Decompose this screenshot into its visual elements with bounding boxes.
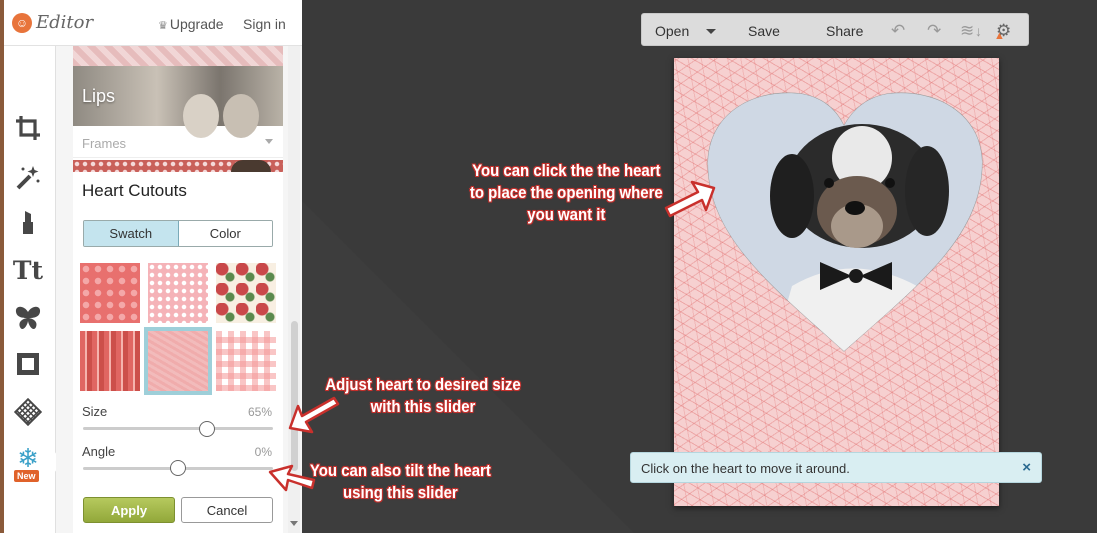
banner-thumbnail [231, 160, 271, 172]
cancel-button[interactable]: Cancel [181, 497, 273, 523]
scroll-down-icon[interactable] [290, 521, 298, 526]
frames-dropdown[interactable]: Frames [73, 128, 283, 158]
open-button[interactable]: Open [655, 23, 689, 39]
arrow-down-icon: ↓ [975, 23, 982, 39]
logo-text: Editor [36, 12, 94, 33]
angle-value: 0% [254, 445, 272, 459]
crop-icon[interactable] [12, 112, 44, 144]
frames-label: Frames [82, 136, 127, 151]
annotation-arrow-size [288, 396, 340, 434]
editor-toolbar: Open Save Share ↶ ↷ ≋ ↓ ⚙ ▲ [641, 13, 1029, 46]
magic-wand-icon[interactable] [12, 162, 44, 194]
size-label: Size [82, 404, 108, 419]
app-root: { "app": { "logo_text": "Editor", "upgra… [0, 0, 1097, 533]
chevron-down-icon [265, 139, 273, 144]
upgrade-label: Upgrade [169, 16, 224, 32]
signin-link[interactable]: Sign in [243, 16, 286, 32]
text-icon[interactable]: Tt [12, 254, 44, 286]
apply-button[interactable]: Apply [83, 497, 175, 523]
panel-scrollbar[interactable] [288, 46, 300, 533]
swatch-red-hearts[interactable] [80, 263, 140, 323]
size-slider-handle[interactable] [198, 421, 215, 437]
hint-notice: Click on the heart to move it around. × [630, 452, 1042, 483]
app-logo[interactable]: ☺ Editor [12, 12, 93, 33]
swatch-pink-dots[interactable] [148, 263, 208, 323]
annotation-arrow-angle [268, 464, 316, 492]
new-badge: New [14, 470, 39, 482]
dog-photo [707, 93, 983, 351]
preset-tile-partial[interactable] [73, 46, 283, 66]
angle-slider-handle[interactable] [170, 460, 186, 476]
swatch-pink-gingham[interactable] [216, 331, 276, 391]
save-button[interactable]: Save [748, 23, 780, 39]
texture-icon[interactable] [12, 396, 44, 428]
swatch-pink-crosshatch[interactable] [144, 327, 212, 395]
open-dropdown-icon[interactable] [706, 29, 716, 34]
redo-icon[interactable]: ↷ [927, 21, 941, 41]
crown-icon: ♛ [158, 20, 168, 32]
butterfly-icon[interactable] [12, 302, 44, 334]
annotation-heart: You can click the the heart to place the… [469, 161, 663, 224]
swatch-color-toggle: Swatch Color [83, 220, 273, 247]
annotation-angle: You can also tilt the heart using this s… [309, 461, 491, 502]
effects-panel: Lips Frames Heart Cutouts Swatch Color S… [56, 46, 302, 533]
notice-text: Click on the heart to move it around. [641, 461, 850, 476]
layers-icon[interactable]: ≋ [960, 21, 974, 41]
close-icon[interactable]: × [1022, 459, 1031, 476]
size-value: 65% [247, 405, 272, 419]
share-button[interactable]: Share [826, 23, 863, 39]
tool-rail: Tt ❄ New [4, 46, 62, 533]
lips-label: Lips [82, 86, 116, 106]
annotation-arrow-heart [664, 180, 716, 218]
tab-color[interactable]: Color [178, 221, 272, 246]
swatch-red-stripes[interactable] [80, 331, 140, 391]
section-title: Heart Cutouts [82, 181, 187, 200]
heart-cutout[interactable] [702, 86, 987, 356]
frame-icon[interactable] [12, 348, 44, 380]
panel-content: Lips Frames Heart Cutouts Swatch Color S… [73, 46, 283, 533]
warning-icon: ▲ [994, 30, 1005, 42]
angle-label: Angle [82, 444, 116, 459]
top-bar: ☺ Editor ♛ Upgrade Sign in [4, 0, 302, 46]
swatch-roses[interactable] [216, 263, 276, 323]
undo-icon[interactable]: ↶ [891, 21, 905, 41]
annotation-size: Adjust heart to desired size with this s… [325, 375, 521, 416]
lipstick-icon[interactable] [12, 206, 44, 238]
monkey-logo-icon: ☺ [12, 12, 32, 33]
size-slider[interactable] [83, 427, 273, 430]
photo-canvas[interactable] [674, 58, 999, 506]
upgrade-link[interactable]: ♛ Upgrade [158, 16, 224, 32]
workspace: Open Save Share ↶ ↷ ≋ ↓ ⚙ ▲ Click on the… [302, 0, 1097, 533]
tab-swatch[interactable]: Swatch [84, 221, 179, 246]
